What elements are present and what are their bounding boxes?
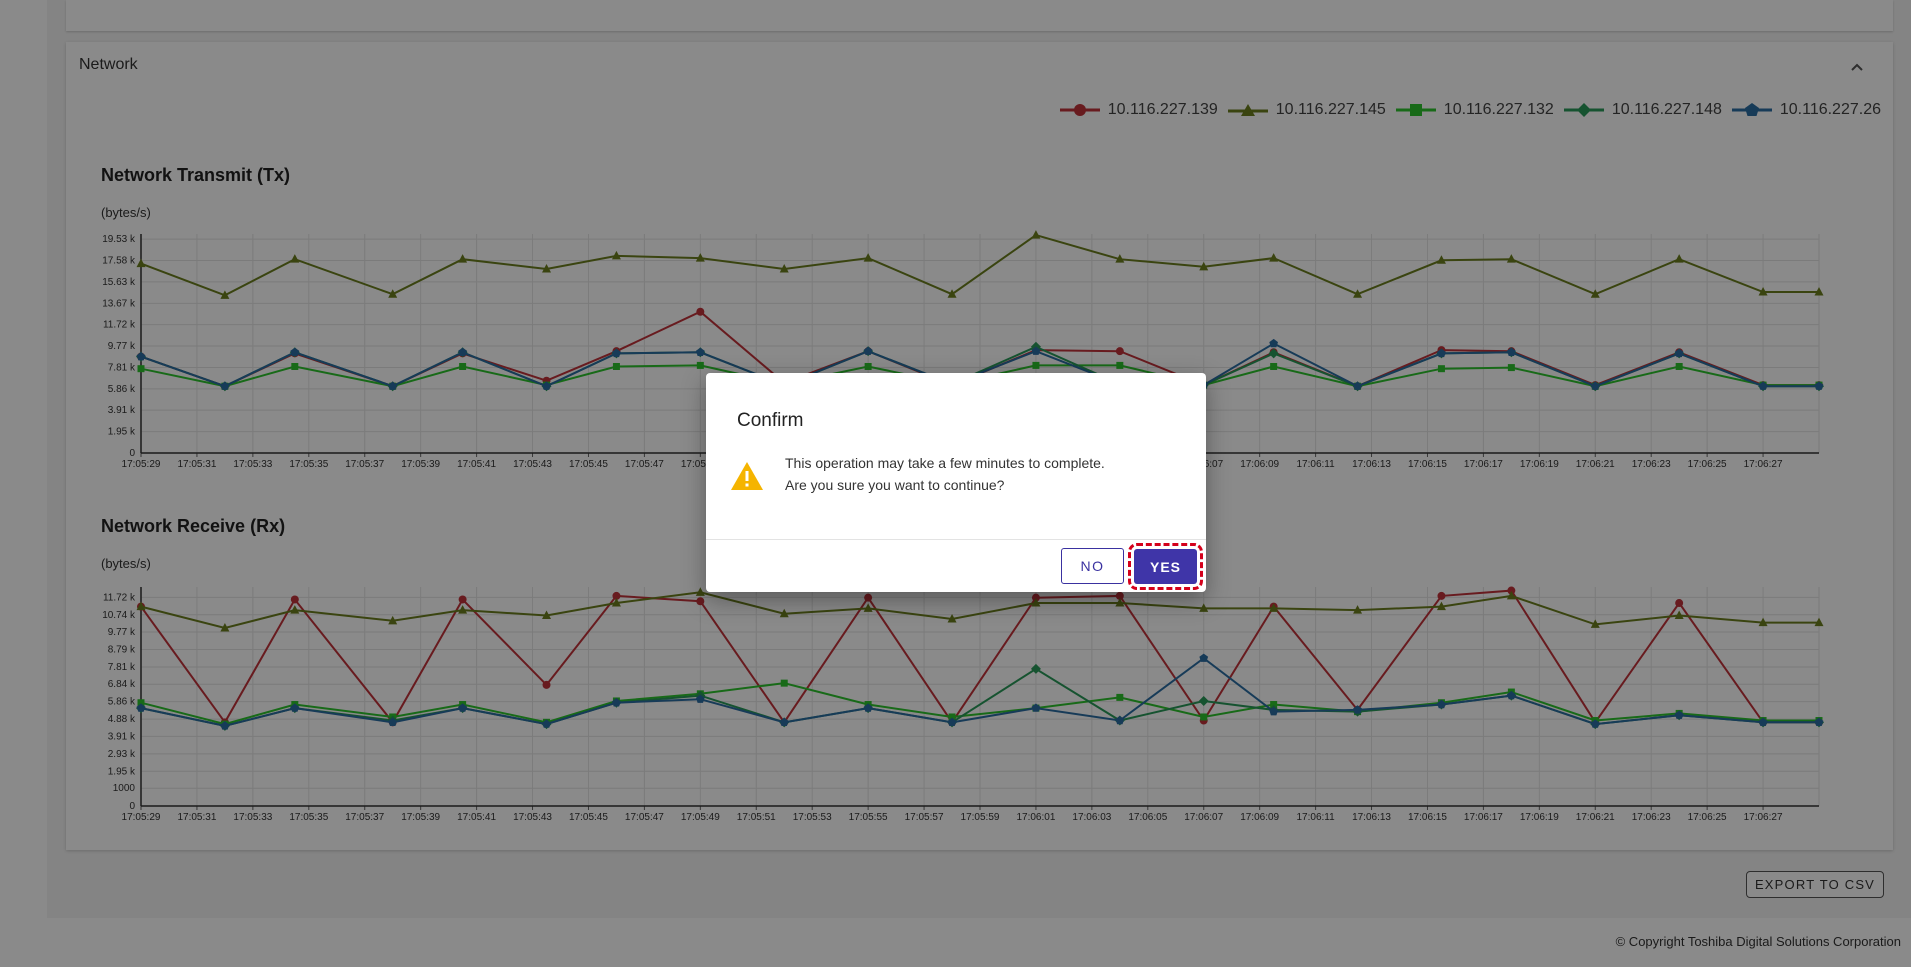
dialog-divider (706, 539, 1206, 540)
dialog-message-line1: This operation may take a few minutes to… (785, 455, 1105, 471)
yes-button[interactable]: YES (1128, 543, 1203, 590)
dialog-message-line2: Are you sure you want to continue? (785, 477, 1005, 493)
warning-icon (731, 462, 763, 490)
dialog-title: Confirm (737, 410, 804, 431)
no-button[interactable]: NO (1061, 548, 1124, 584)
confirm-dialog: Confirm This operation may take a few mi… (706, 373, 1206, 592)
